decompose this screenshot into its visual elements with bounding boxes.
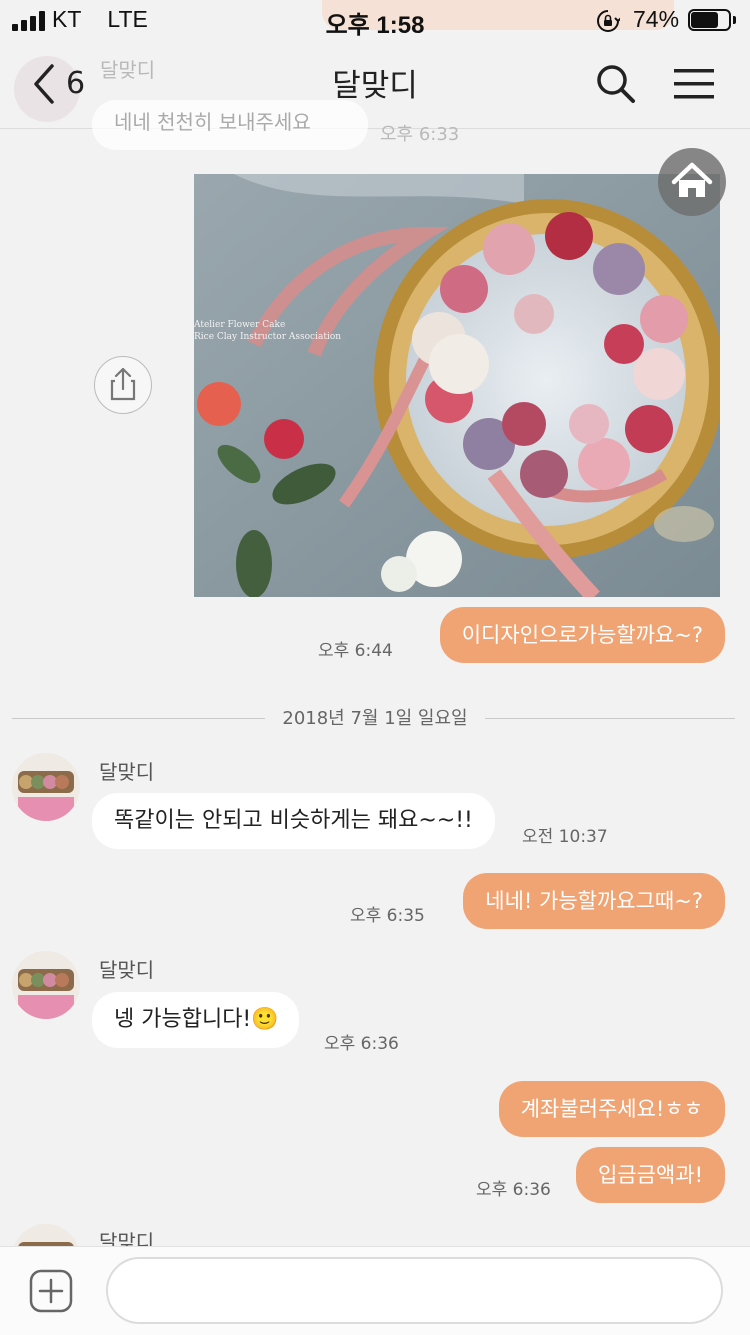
incoming-message-bubble[interactable]: 넹 가능합니다!🙂 <box>92 992 299 1048</box>
share-icon <box>110 367 136 401</box>
home-button[interactable] <box>658 148 726 216</box>
battery-fill <box>691 12 718 28</box>
share-button[interactable] <box>94 356 152 414</box>
search-button[interactable] <box>594 62 638 106</box>
outgoing-message-bubble[interactable]: 계좌불러주세요!ㅎㅎ <box>498 1081 725 1137</box>
outgoing-message-bubble[interactable]: 이디자인으로가능할까요~? <box>439 607 725 663</box>
outgoing-message-bubble[interactable]: 입금금액과! <box>575 1147 725 1203</box>
search-icon <box>597 65 635 103</box>
status-bar: KT LTE 오후 1:58 74% <box>0 0 750 40</box>
sender-name: 달맞디 <box>99 760 155 784</box>
message-input[interactable] <box>106 1257 723 1324</box>
rotation-lock-icon <box>596 9 622 33</box>
avatar-image <box>12 753 80 821</box>
message-time: 오후 6:36 <box>476 1180 551 1200</box>
message-time: 오후 6:44 <box>318 641 393 661</box>
chat-header: 달맞디 네네 천천히 보내주세요 오후 6:33 6 달맞디 <box>0 40 750 150</box>
message-time: 오후 6:35 <box>350 906 425 926</box>
avatar-image <box>12 951 80 1019</box>
plus-square-icon <box>29 1269 73 1313</box>
battery-icon <box>688 9 738 33</box>
cake-photo[interactable] <box>194 174 720 597</box>
message-time: 오전 10:37 <box>522 827 608 847</box>
watermark-line-1: Atelier Flower Cake <box>194 320 286 330</box>
message-text: 넹 가능합니다! <box>114 1007 252 1032</box>
hamburger-menu-icon <box>674 69 714 99</box>
incoming-message-bubble[interactable]: 똑같이는 안되고 비슷하게는 돼요~~!! <box>92 793 495 849</box>
sender-name: 달맞디 <box>99 958 155 982</box>
watermark-line-2: Rice Clay Instructor Association <box>194 332 342 342</box>
battery-percent: 74% <box>633 6 680 32</box>
message-input-bar <box>0 1246 750 1335</box>
outgoing-message-bubble[interactable]: 네네! 가능할까요그때~? <box>463 873 725 929</box>
flower-cake-illustration <box>194 174 720 597</box>
attach-button[interactable] <box>29 1269 73 1313</box>
ghost-message-text: 네네 천천히 보내주세요 <box>114 110 311 134</box>
avatar[interactable] <box>12 951 80 1019</box>
message-time: 오후 6:36 <box>324 1034 399 1054</box>
menu-button[interactable] <box>672 66 716 102</box>
ghost-message-time: 오후 6:33 <box>380 124 460 145</box>
photo-watermark: Atelier Flower Cake Rice Clay Instructor … <box>194 319 354 343</box>
home-icon <box>671 162 713 197</box>
smiley-emoji: 🙂 <box>251 1007 279 1032</box>
date-divider-label: 2018년 7월 1일 일요일 <box>282 708 468 729</box>
avatar[interactable] <box>12 753 80 821</box>
